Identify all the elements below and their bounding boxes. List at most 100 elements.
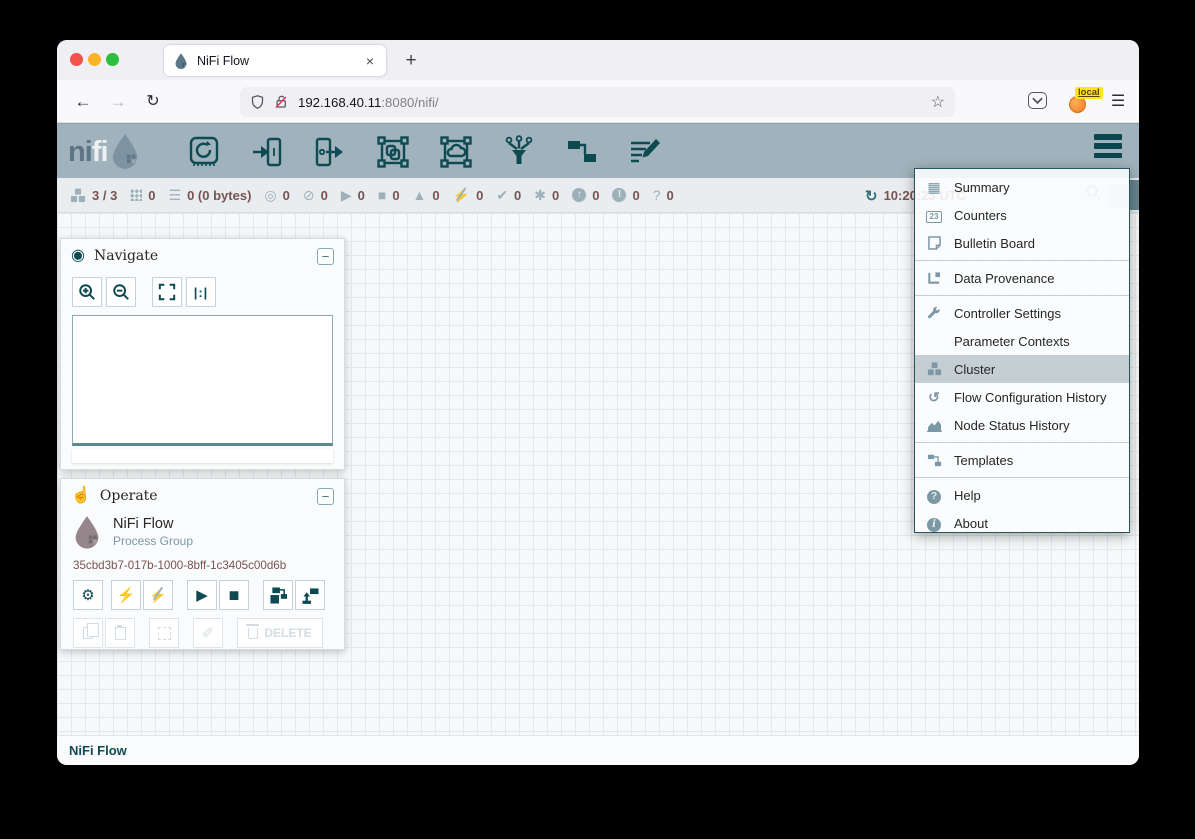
breadcrumb-bar: NiFi Flow [57, 735, 1139, 765]
menu-item-templates[interactable]: Templates [915, 446, 1129, 474]
menu-separator [915, 295, 1129, 296]
navigate-panel: ◉ Navigate − |:| [60, 238, 345, 470]
brush-icon: ✐ [202, 624, 215, 642]
input-port-icon[interactable] [248, 134, 285, 171]
delete-button[interactable]: DELETE [237, 618, 323, 648]
birdseye-view[interactable] [72, 315, 333, 446]
menu-item-summary[interactable]: ▦ Summary [915, 173, 1129, 201]
template-icon[interactable] [563, 134, 600, 171]
menu-separator [915, 442, 1129, 443]
cluster-icon [70, 188, 86, 203]
menu-item-about[interactable]: i About [915, 509, 1129, 537]
breadcrumb[interactable]: NiFi Flow [69, 743, 127, 758]
hand-icon: ☝ [71, 488, 91, 504]
url-bar[interactable]: 192.168.40.11:8080/nifi/ ☆ [240, 87, 955, 117]
help-icon: ? [925, 487, 943, 504]
menu-item-help[interactable]: ? Help [915, 481, 1129, 509]
enable-button[interactable]: ⚡ [111, 580, 141, 610]
menu-item-bulletin-board[interactable]: Bulletin Board [915, 229, 1129, 257]
menu-separator [915, 260, 1129, 261]
running: ▶0 [341, 188, 365, 203]
stopped-icon: ■ [378, 188, 386, 202]
upload-template-button[interactable] [295, 580, 325, 610]
configure-button[interactable]: ⚙ [73, 580, 103, 610]
stale-icon: ↑ [572, 188, 586, 202]
running-icon: ▶ [341, 188, 352, 202]
logo-text-fi: fi [92, 136, 108, 168]
transmitting: ◎0 [264, 188, 289, 203]
asterisk-icon: ✱ [534, 188, 546, 202]
paste-button[interactable] [105, 618, 135, 648]
disable-button[interactable]: ⚡ [143, 580, 173, 610]
label-icon[interactable] [626, 134, 663, 171]
birdseye-brush[interactable] [72, 449, 333, 463]
funnel-icon[interactable] [500, 134, 537, 171]
about-icon: i [925, 515, 943, 532]
tab-bar: NiFi Flow × + [57, 40, 1139, 80]
pocket-icon[interactable] [1028, 92, 1047, 109]
nifi-favicon-icon [174, 53, 188, 69]
close-window-button[interactable] [70, 53, 83, 66]
locally-modified-stale: !0 [612, 188, 639, 203]
browser-menu-button[interactable]: ☰ [1104, 88, 1132, 116]
output-port-icon[interactable] [311, 134, 348, 171]
tab-title: NiFi Flow [197, 54, 364, 68]
menu-item-flow-configuration-history[interactable]: ↺ Flow Configuration History [915, 383, 1129, 411]
url-host: 192.168.40.11 [298, 95, 381, 110]
browser-navbar: ← → ↻ 192.168.40.11:8080/nifi/ ☆ local ☰ [57, 80, 1139, 123]
new-tab-button[interactable]: + [398, 48, 424, 74]
area-chart-icon [925, 419, 943, 432]
refresh-icon[interactable]: ↻ [865, 187, 878, 205]
zoom-fit-button[interactable] [152, 277, 182, 307]
stop-button[interactable]: ■ [219, 580, 249, 610]
upload-template-icon [302, 587, 319, 604]
bookmark-star-icon[interactable]: ☆ [931, 92, 945, 112]
lightning-slash-icon: ⚡ [149, 587, 166, 604]
component-name: NiFi Flow [113, 516, 193, 532]
menu-item-data-provenance[interactable]: Data Provenance [915, 264, 1129, 292]
fill-color-button[interactable]: ✐ [193, 618, 223, 648]
container-tab-indicator[interactable]: local [1067, 89, 1101, 115]
remote-process-group-icon[interactable] [437, 134, 474, 171]
navigate-collapse-button[interactable]: − [317, 248, 334, 265]
zoom-actual-size-button[interactable]: |:| [186, 277, 216, 307]
process-group-icon[interactable] [374, 134, 411, 171]
paste-icon [115, 627, 126, 640]
check-icon: ✔ [496, 188, 508, 202]
tab-close-icon[interactable]: × [364, 53, 376, 69]
menu-item-cluster[interactable]: Cluster [915, 355, 1129, 383]
back-button[interactable]: ← [69, 88, 97, 116]
global-menu-button[interactable] [1094, 134, 1122, 158]
logo-text-ni: ni [68, 136, 92, 168]
zoom-in-button[interactable] [72, 277, 102, 307]
shield-icon[interactable] [250, 94, 265, 110]
start-button[interactable]: ▶ [187, 580, 217, 610]
minimize-window-button[interactable] [88, 53, 101, 66]
processor-icon[interactable] [185, 134, 222, 171]
group-button[interactable] [149, 618, 179, 648]
summary-icon: ▦ [925, 180, 943, 194]
menu-item-node-status-history[interactable]: Node Status History [915, 411, 1129, 439]
bulletin-board-icon [925, 236, 943, 250]
menu-item-counters[interactable]: 23 Counters [915, 201, 1129, 229]
menu-item-parameter-contexts[interactable]: Parameter Contexts [915, 327, 1129, 355]
process-group-drop-icon [73, 515, 101, 549]
menu-item-controller-settings[interactable]: Controller Settings [915, 299, 1129, 327]
browser-tab[interactable]: NiFi Flow × [164, 45, 386, 76]
reload-button[interactable]: ↻ [139, 88, 167, 116]
active-threads: 0 [130, 188, 155, 203]
threads-icon [130, 189, 142, 201]
operate-collapse-button[interactable]: − [317, 488, 334, 505]
forward-button[interactable]: → [104, 88, 132, 116]
insecure-lock-icon[interactable] [274, 94, 289, 110]
url-text[interactable]: 192.168.40.11:8080/nifi/ [298, 95, 922, 110]
save-template-icon [270, 587, 287, 604]
status-bar-right-edge [1130, 180, 1139, 210]
zoom-out-button[interactable] [106, 277, 136, 307]
save-template-button[interactable] [263, 580, 293, 610]
actual-size-icon: |:| [194, 285, 209, 300]
component-type: Process Group [113, 534, 193, 548]
delete-label: DELETE [264, 626, 311, 640]
zoom-window-button[interactable] [106, 53, 119, 66]
copy-button[interactable] [73, 618, 103, 648]
